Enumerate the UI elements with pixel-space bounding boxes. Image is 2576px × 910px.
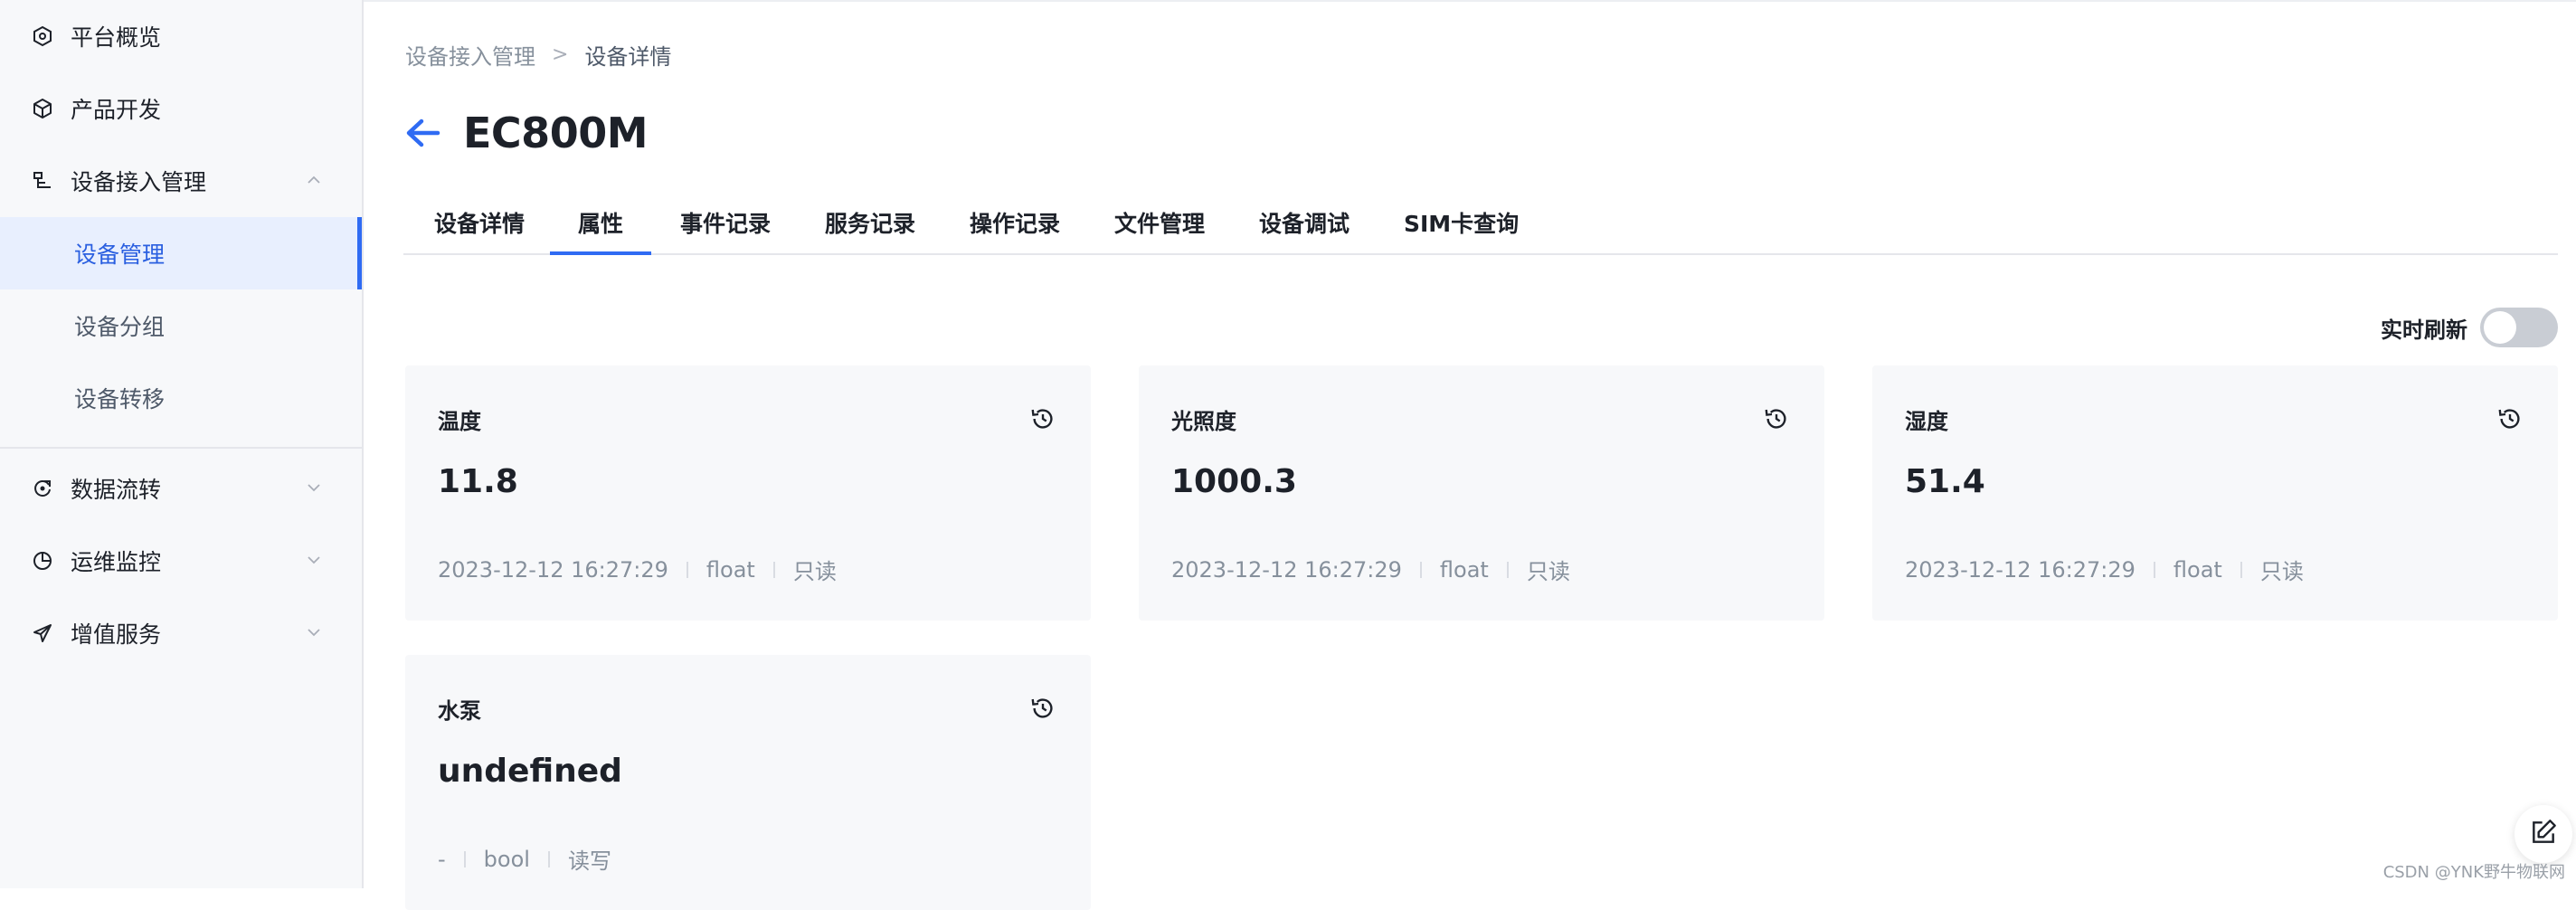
meta-divider bbox=[1419, 561, 1422, 578]
sidebar-item-data-flow[interactable]: 数据流转 bbox=[0, 452, 362, 525]
tab-sim-query[interactable]: SIM卡查询 bbox=[1404, 199, 1519, 253]
sidebar-item-overview[interactable]: 平台概览 bbox=[0, 0, 362, 72]
sidebar-item-monitor[interactable]: 运维监控 bbox=[0, 525, 362, 597]
property-meta: - bool 读写 bbox=[438, 843, 611, 875]
property-time: 2023-12-12 16:27:29 bbox=[1905, 556, 2136, 583]
sidebar: 平台概览 产品开发 设备接入管理 设备管理 设备分组 设备转移 数据流转 运维监… bbox=[0, 0, 364, 888]
overview-icon bbox=[27, 21, 58, 52]
meta-divider bbox=[1506, 561, 1509, 578]
sidebar-item-label: 数据流转 bbox=[71, 477, 162, 503]
sidebar-subitem-device-management[interactable]: 设备管理 bbox=[0, 217, 362, 289]
realtime-refresh: 实时刷新 bbox=[2381, 306, 2558, 349]
property-type: bool bbox=[483, 846, 530, 872]
property-card: 湿度 51.4 2023-12-12 16:27:29 float 只读 bbox=[1872, 365, 2558, 621]
history-icon[interactable] bbox=[1029, 405, 1056, 432]
history-icon[interactable] bbox=[2496, 405, 2524, 432]
property-time: - bbox=[438, 846, 446, 872]
meta-divider bbox=[772, 561, 775, 578]
sidebar-item-product[interactable]: 产品开发 bbox=[0, 72, 362, 145]
sidebar-subitem-device-group[interactable]: 设备分组 bbox=[0, 289, 362, 362]
sidebar-item-device-access[interactable]: 设备接入管理 bbox=[0, 145, 362, 217]
property-time: 2023-12-12 16:27:29 bbox=[438, 556, 668, 583]
history-icon[interactable] bbox=[1029, 695, 1056, 722]
sidebar-item-label: 平台概览 bbox=[71, 24, 162, 51]
tab-service-records[interactable]: 服务记录 bbox=[825, 199, 915, 253]
property-value: undefined bbox=[438, 753, 622, 790]
meta-divider bbox=[547, 850, 550, 867]
meta-divider bbox=[463, 850, 466, 867]
property-card: 温度 11.8 2023-12-12 16:27:29 float 只读 bbox=[405, 365, 1091, 621]
edit-icon bbox=[2529, 818, 2558, 850]
property-meta: 2023-12-12 16:27:29 float 只读 bbox=[1905, 554, 2304, 585]
breadcrumb-parent[interactable]: 设备接入管理 bbox=[405, 39, 535, 71]
breadcrumb: 设备接入管理 > 设备详情 bbox=[405, 38, 671, 71]
property-access: 读写 bbox=[567, 848, 611, 874]
sidebar-divider bbox=[0, 447, 362, 449]
sidebar-item-label: 运维监控 bbox=[71, 549, 162, 575]
history-icon[interactable] bbox=[1763, 405, 1790, 432]
realtime-refresh-toggle[interactable] bbox=[2480, 308, 2558, 347]
meta-divider bbox=[2240, 561, 2242, 578]
tab-device-debug[interactable]: 设备调试 bbox=[1259, 199, 1350, 253]
property-type: float bbox=[2173, 556, 2222, 583]
chevron-down-icon bbox=[304, 550, 324, 570]
device-access-icon bbox=[27, 166, 58, 196]
send-icon bbox=[27, 618, 58, 649]
tab-bar: 设备详情 属性 事件记录 服务记录 操作记录 文件管理 设备调试 SIM卡查询 bbox=[403, 199, 2558, 255]
header-divider bbox=[364, 0, 2576, 2]
property-time: 2023-12-12 16:27:29 bbox=[1171, 556, 1402, 583]
sidebar-item-label: 设备接入管理 bbox=[71, 169, 207, 195]
tab-operation-records[interactable]: 操作记录 bbox=[970, 199, 1060, 253]
chevron-down-icon bbox=[304, 478, 324, 498]
toggle-knob bbox=[2484, 311, 2516, 344]
meta-divider bbox=[686, 561, 688, 578]
breadcrumb-separator: > bbox=[552, 43, 569, 66]
tab-file-management[interactable]: 文件管理 bbox=[1114, 199, 1205, 253]
box-icon bbox=[27, 93, 58, 124]
property-name: 水泵 bbox=[438, 698, 481, 724]
property-access: 只读 bbox=[792, 559, 837, 584]
tab-event-records[interactable]: 事件记录 bbox=[680, 199, 771, 253]
tab-properties[interactable]: 属性 bbox=[550, 199, 651, 255]
property-card: 光照度 1000.3 2023-12-12 16:27:29 float 只读 bbox=[1139, 365, 1824, 621]
property-access: 只读 bbox=[2259, 559, 2304, 584]
property-type: float bbox=[706, 556, 755, 583]
meta-divider bbox=[2153, 561, 2155, 578]
sidebar-subitem-label: 设备管理 bbox=[74, 242, 166, 268]
property-name: 温度 bbox=[438, 409, 481, 434]
sidebar-item-label: 产品开发 bbox=[71, 97, 162, 123]
sidebar-subitem-label: 设备分组 bbox=[74, 314, 166, 340]
edit-button[interactable] bbox=[2514, 805, 2572, 863]
breadcrumb-current: 设备详情 bbox=[584, 43, 672, 70]
data-flow-icon bbox=[27, 473, 58, 504]
property-name: 光照度 bbox=[1171, 409, 1236, 434]
property-meta: 2023-12-12 16:27:29 float 只读 bbox=[438, 554, 837, 585]
property-meta: 2023-12-12 16:27:29 float 只读 bbox=[1171, 554, 1570, 585]
chevron-up-icon bbox=[304, 170, 324, 190]
property-name: 湿度 bbox=[1905, 409, 1948, 434]
sidebar-subitem-device-transfer[interactable]: 设备转移 bbox=[0, 362, 362, 434]
property-type: float bbox=[1439, 556, 1489, 583]
property-value: 51.4 bbox=[1905, 463, 1985, 500]
realtime-refresh-label: 实时刷新 bbox=[2381, 317, 2467, 343]
chevron-down-icon bbox=[304, 622, 324, 642]
sidebar-subitem-label: 设备转移 bbox=[74, 386, 166, 412]
title-row: EC800M bbox=[405, 101, 648, 165]
tab-device-details[interactable]: 设备详情 bbox=[434, 199, 525, 253]
property-value: 1000.3 bbox=[1171, 463, 1297, 500]
property-value: 11.8 bbox=[438, 463, 518, 500]
page-title: EC800M bbox=[463, 109, 648, 157]
back-arrow-icon[interactable] bbox=[405, 115, 441, 151]
property-access: 只读 bbox=[1526, 559, 1570, 584]
monitor-icon bbox=[27, 545, 58, 576]
sidebar-item-value-added[interactable]: 增值服务 bbox=[0, 597, 362, 669]
watermark: CSDN @YNK野牛物联网 bbox=[2382, 863, 2565, 882]
property-card: 水泵 undefined - bool 读写 bbox=[405, 655, 1091, 910]
sidebar-item-label: 增值服务 bbox=[71, 621, 162, 648]
